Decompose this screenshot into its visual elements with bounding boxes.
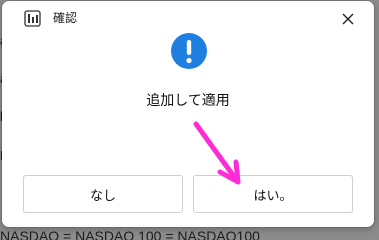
close-icon bbox=[342, 13, 354, 25]
yes-button-label: はい。 bbox=[253, 188, 293, 204]
confirm-dialog: 確認 追加して適用 なし はい。 bbox=[2, 1, 374, 227]
close-button[interactable] bbox=[335, 7, 361, 31]
info-icon bbox=[171, 33, 207, 69]
background-bottom-text: NASDAQ = NASDAQ 100 = NASDAQ100 bbox=[0, 229, 260, 240]
no-button-label: なし bbox=[89, 188, 116, 204]
application-icon bbox=[24, 10, 41, 27]
no-button[interactable]: なし bbox=[23, 175, 183, 213]
dialog-title: 確認 bbox=[53, 11, 78, 25]
pointer-arrow-icon bbox=[193, 121, 241, 185]
dialog-message: 追加して適用 bbox=[146, 93, 230, 109]
